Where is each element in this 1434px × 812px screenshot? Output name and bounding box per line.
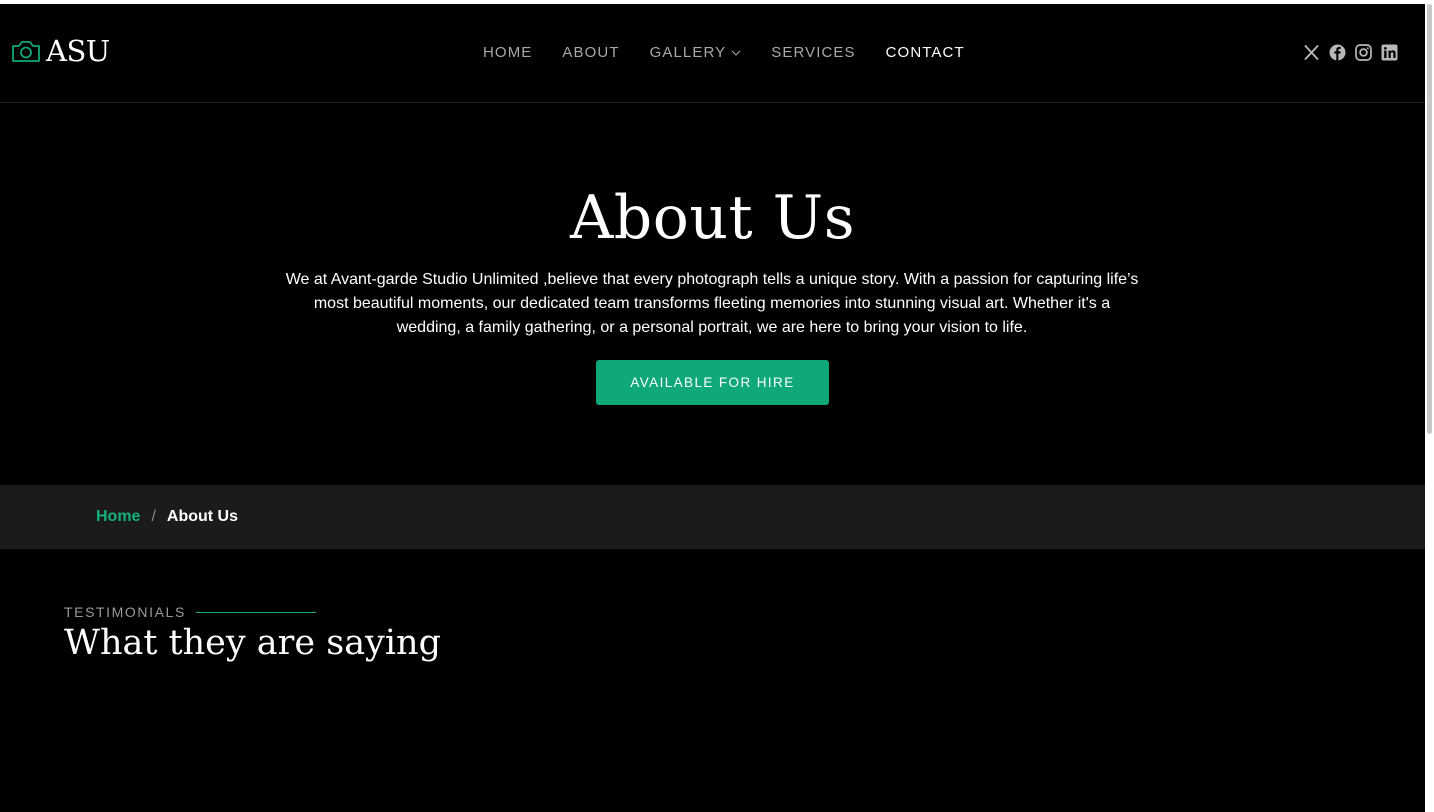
breadcrumb: Home / About Us (96, 507, 238, 527)
linkedin-icon[interactable] (1381, 44, 1398, 61)
instagram-icon[interactable] (1355, 44, 1372, 61)
page: ASU HOME ABOUT GALLERY SERVICES CONTACT (0, 4, 1425, 812)
breadcrumb-separator: / (151, 508, 156, 525)
nav-item-gallery[interactable]: GALLERY (650, 44, 742, 62)
breadcrumb-home-link[interactable]: Home (96, 507, 140, 527)
facebook-icon[interactable] (1329, 44, 1346, 61)
x-icon[interactable] (1303, 44, 1320, 61)
site-header: ASU HOME ABOUT GALLERY SERVICES CONTACT (0, 4, 1425, 103)
intro-paragraph: We at Avant-garde Studio Unlimited ,beli… (285, 271, 1139, 336)
nav-item-contact[interactable]: CONTACT (886, 44, 965, 62)
scrollbar-thumb[interactable] (1427, 4, 1432, 434)
logo-link[interactable]: ASU (11, 34, 110, 68)
breadcrumb-current: About Us (166, 508, 239, 525)
scrollbar[interactable] (1425, 4, 1434, 812)
section-label: TESTIMONIALS (64, 604, 186, 620)
main-nav: HOME ABOUT GALLERY SERVICES CONTACT (483, 44, 995, 62)
breadcrumb-bar: Home / About Us (0, 485, 1425, 549)
page-title: About Us (569, 183, 856, 253)
nav-item-home[interactable]: HOME (483, 44, 532, 62)
nav-item-about[interactable]: ABOUT (562, 44, 619, 62)
available-for-hire-button[interactable]: AVAILABLE FOR HIRE (596, 360, 829, 405)
logo-text: ASU (46, 34, 110, 68)
chevron-down-icon (731, 50, 741, 56)
section-title: What they are saying (64, 623, 441, 663)
testimonials-label-row: TESTIMONIALS (64, 604, 316, 621)
camera-icon (12, 41, 40, 62)
social-links (1294, 44, 1398, 61)
section-label-line (195, 612, 316, 613)
nav-item-gallery-label: GALLERY (649, 44, 727, 61)
nav-item-services[interactable]: SERVICES (771, 44, 855, 62)
